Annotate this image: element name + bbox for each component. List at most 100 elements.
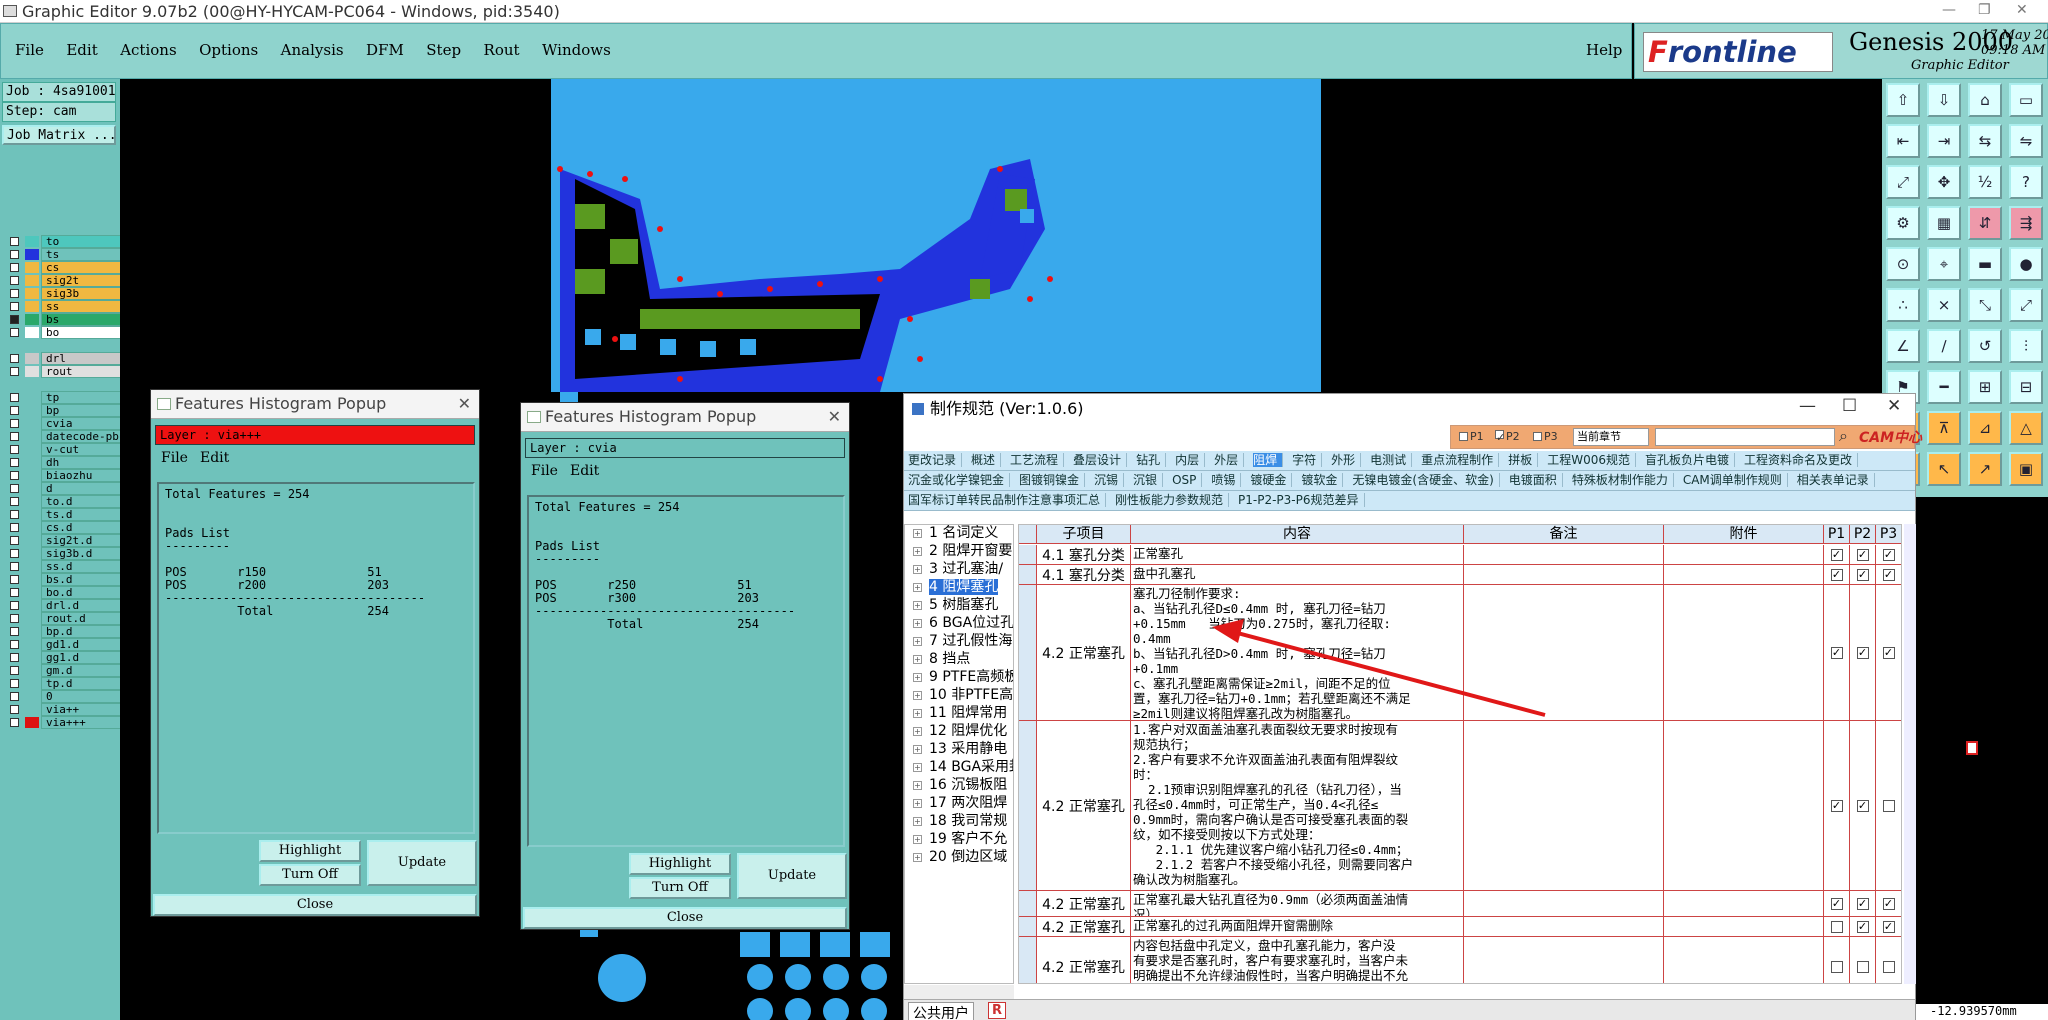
search-icon[interactable]: ⌕: [1839, 426, 1848, 446]
tree-item[interactable]: +13 采用静电: [905, 741, 1013, 759]
down-icon[interactable]: ⇩: [1927, 83, 1961, 117]
checkbox-p2[interactable]: [1856, 960, 1869, 973]
layer-row[interactable]: sig3b: [4, 287, 125, 300]
turn-off-button[interactable]: Turn Off: [259, 864, 361, 886]
menu-options[interactable]: Options: [199, 41, 258, 59]
layer-row[interactable]: biaozhu: [4, 469, 125, 482]
spec-tab[interactable]: 字符: [1292, 453, 1323, 467]
delta-icon[interactable]: △: [2009, 411, 2043, 445]
spec-tab[interactable]: 重点流程制作: [1421, 453, 1500, 467]
layer-checkbox[interactable]: [10, 406, 19, 415]
tree-item[interactable]: +8 挡点: [905, 651, 1013, 669]
layer-checkbox[interactable]: [10, 575, 19, 584]
spec-tab[interactable]: OSP: [1172, 473, 1203, 487]
box-icon[interactable]: ▣: [2009, 452, 2043, 486]
layer-checkbox[interactable]: [10, 497, 19, 506]
checkbox-p1[interactable]: ✓: [1830, 548, 1843, 561]
checkbox-p2[interactable]: ✓: [1856, 646, 1869, 659]
spec-tab[interactable]: 电测试: [1370, 453, 1413, 467]
pad-icon[interactable]: ⊙: [1886, 247, 1920, 281]
layer-checkbox[interactable]: [10, 445, 19, 454]
tree-item[interactable]: +20 倒边区域: [905, 849, 1013, 867]
expand-icon[interactable]: +: [913, 853, 922, 862]
checkbox-p1[interactable]: ✓: [1830, 646, 1843, 659]
expand-icon[interactable]: ⤢: [2009, 288, 2043, 322]
arc-icon[interactable]: ⊼: [1927, 411, 1961, 445]
job-matrix-button[interactable]: Job Matrix ...: [2, 125, 116, 145]
spec-tab[interactable]: 镀软金: [1301, 473, 1344, 487]
minus-box-icon[interactable]: ⊟: [2009, 370, 2043, 404]
popup-menu-file[interactable]: File: [161, 450, 188, 466]
tree-item[interactable]: +1 名词定义: [905, 525, 1013, 543]
spec-tab[interactable]: 镀硬金: [1250, 473, 1293, 487]
spec-tab[interactable]: 概述: [971, 453, 1002, 467]
resize-icon[interactable]: ⤡: [1968, 288, 2002, 322]
checkbox-p2[interactable]: ✓: [1856, 897, 1869, 910]
frame-icon[interactable]: ▭: [2009, 83, 2043, 117]
tree-horizontal-scrollbar[interactable]: [904, 985, 1014, 999]
spec-tab[interactable]: 钻孔: [1136, 453, 1167, 467]
layer-row[interactable]: tp: [4, 391, 125, 404]
layer-row[interactable]: via++: [4, 703, 125, 716]
layer-row[interactable]: [4, 339, 124, 352]
checkbox-p2[interactable]: ✓: [1856, 799, 1869, 812]
expand-icon[interactable]: +: [913, 637, 922, 646]
expand-icon[interactable]: +: [913, 619, 922, 628]
spec-tab[interactable]: 特殊板材制作能力: [1571, 473, 1674, 487]
spec-tab[interactable]: 无镍电镀金(含硬金、软金): [1352, 473, 1500, 487]
spec-tab[interactable]: 沉金或化学镍钯金: [908, 473, 1011, 487]
layer-checkbox[interactable]: [10, 328, 19, 337]
layer-row[interactable]: sig2t: [4, 274, 125, 287]
restore-icon[interactable]: ❐: [1978, 2, 1991, 18]
layer-row[interactable]: v-cut: [4, 443, 125, 456]
layer-checkbox[interactable]: [10, 510, 19, 519]
layer-checkbox[interactable]: [10, 679, 19, 688]
tree-item[interactable]: +17 两次阻焊: [905, 795, 1013, 813]
spec-tab[interactable]: CAM调单制作规则: [1682, 473, 1788, 487]
table-vertical-scrollbar[interactable]: [1904, 524, 1916, 984]
target-icon[interactable]: ⌖: [1927, 247, 1961, 281]
layer-checkbox[interactable]: [10, 237, 19, 246]
layer-checkbox[interactable]: [10, 393, 19, 402]
spec-tab[interactable]: 阻焊: [1253, 453, 1284, 467]
close-button[interactable]: Close: [523, 907, 847, 929]
measure2-icon[interactable]: ⇶: [2009, 206, 2043, 240]
layer-checkbox[interactable]: [10, 523, 19, 532]
layer-checkbox[interactable]: [10, 419, 19, 428]
dot-icon[interactable]: ●: [2009, 247, 2043, 281]
slash-icon[interactable]: ∕: [1927, 329, 1961, 363]
maximize-icon[interactable]: ☐: [1842, 396, 1857, 416]
expand-icon[interactable]: +: [913, 835, 922, 844]
minimize-icon[interactable]: —: [1942, 2, 1956, 18]
checkbox-p2[interactable]: ✓: [1856, 548, 1869, 561]
bar-icon[interactable]: ━: [1927, 370, 1961, 404]
spec-tab[interactable]: 沉银: [1133, 473, 1164, 487]
checkbox-p1[interactable]: ✓: [1830, 897, 1843, 910]
expand-icon[interactable]: +: [913, 583, 922, 592]
grid-icon[interactable]: ▦: [1927, 206, 1961, 240]
layer-row[interactable]: gg1.d: [4, 651, 125, 664]
checkbox-p1[interactable]: ✓: [1830, 799, 1843, 812]
plus-box-icon[interactable]: ⊞: [1968, 370, 2002, 404]
expand-icon[interactable]: +: [913, 817, 922, 826]
layer-row[interactable]: bo: [4, 326, 125, 339]
expand-icon[interactable]: +: [913, 745, 922, 754]
highlight-button[interactable]: Highlight: [259, 840, 361, 862]
tree-item[interactable]: +5 树脂塞孔: [905, 597, 1013, 615]
layer-row[interactable]: d: [4, 482, 125, 495]
layer-checkbox[interactable]: [10, 250, 19, 259]
layer-row[interactable]: drl.d: [4, 599, 125, 612]
layer-row[interactable]: bs: [4, 313, 125, 326]
measure-icon[interactable]: ⇵: [1968, 206, 2002, 240]
layer-row[interactable]: via+++: [4, 716, 125, 729]
close-icon[interactable]: ✕: [458, 390, 471, 418]
tree-item[interactable]: +11 阻焊常用: [905, 705, 1013, 723]
menu-windows[interactable]: Windows: [542, 41, 611, 59]
spec-tab[interactable]: 喷锡: [1211, 473, 1242, 487]
spec-tab[interactable]: P1-P2-P3-P6规范差异: [1238, 493, 1365, 507]
line-icon[interactable]: ▬: [1968, 247, 2002, 281]
layer-row[interactable]: bo.d: [4, 586, 125, 599]
spec-tab[interactable]: 叠层设计: [1073, 453, 1128, 467]
layer-row[interactable]: bp: [4, 404, 125, 417]
layer-checkbox[interactable]: [10, 315, 19, 324]
